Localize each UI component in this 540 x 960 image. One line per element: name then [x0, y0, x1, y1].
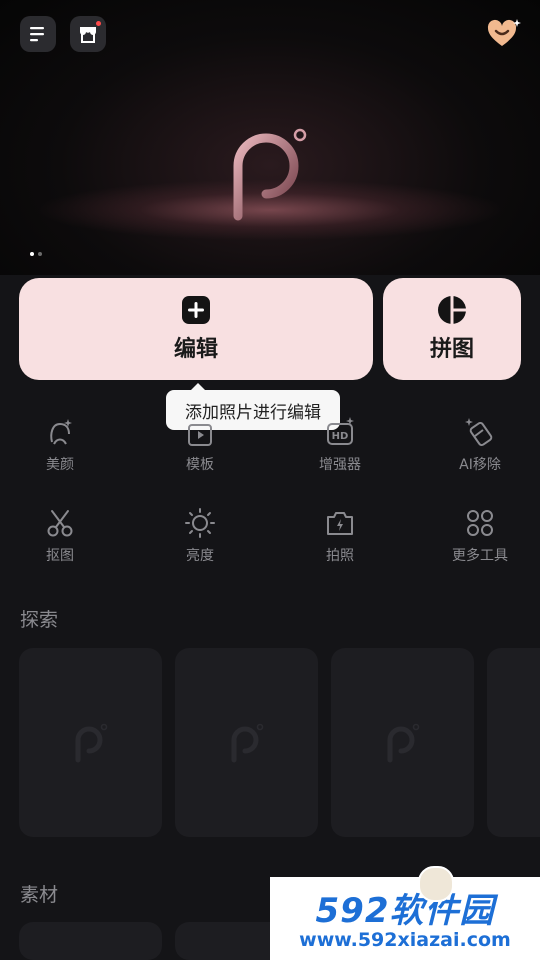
watermark-brand: 592软件园 — [315, 891, 495, 931]
tool-label: 模板 — [186, 457, 214, 473]
tool-brightness[interactable]: 亮度 — [140, 507, 260, 565]
tool-template[interactable]: 模板 — [140, 416, 260, 474]
carousel-indicator — [30, 252, 42, 256]
explore-card[interactable] — [487, 648, 540, 837]
watermark: 592软件园 www.592xiazai.com — [270, 877, 540, 960]
template-icon — [188, 424, 212, 446]
tool-beauty[interactable]: 美颜 — [0, 416, 120, 474]
carousel-dot[interactable] — [38, 252, 42, 256]
placeholder-logo-icon — [75, 723, 107, 762]
camera-icon — [327, 512, 353, 535]
tool-label: 拍照 — [326, 548, 354, 564]
edit-label: 编辑 — [173, 337, 218, 362]
plus-square-icon — [182, 296, 210, 324]
collage-button[interactable]: 拼图 — [383, 278, 521, 380]
more-tools-icon — [467, 510, 493, 536]
store-icon — [80, 27, 96, 43]
notification-dot — [96, 21, 101, 26]
watermark-url: www.592xiazai.com — [299, 929, 511, 951]
menu-button[interactable] — [20, 16, 56, 52]
explore-card[interactable] — [175, 648, 318, 837]
explore-card[interactable] — [19, 648, 162, 837]
placeholder-logo-icon — [387, 723, 419, 762]
vip-heart-icon — [487, 19, 521, 46]
tool-label: 抠图 — [46, 548, 74, 564]
eraser-icon — [465, 418, 493, 447]
material-card[interactable] — [19, 922, 162, 960]
tool-cutout[interactable]: 抠图 — [0, 507, 120, 565]
menu-icon — [30, 27, 44, 42]
materials-title: 素材 — [20, 884, 59, 906]
tool-enhancer[interactable]: HD 增强器 — [280, 416, 400, 474]
tool-label: 更多工具 — [452, 548, 508, 564]
tool-label: 美颜 — [46, 457, 74, 473]
carousel-dot[interactable] — [30, 252, 34, 256]
store-button[interactable] — [70, 16, 106, 52]
tool-ai-remove[interactable]: AI移除 — [420, 416, 540, 474]
svg-text:HD: HD — [332, 431, 349, 442]
beauty-face-icon — [50, 419, 72, 445]
vip-button[interactable] — [486, 18, 522, 54]
collage-icon — [438, 295, 467, 325]
scissors-icon — [47, 510, 73, 537]
app-logo-icon — [228, 124, 318, 228]
tool-label: AI移除 — [459, 457, 501, 473]
tool-camera[interactable]: 拍照 — [280, 507, 400, 565]
edit-button[interactable]: 编辑 — [19, 278, 373, 380]
tool-label: 亮度 — [186, 548, 214, 564]
collage-label: 拼图 — [429, 337, 474, 362]
brightness-icon — [185, 508, 215, 538]
explore-card[interactable] — [331, 648, 474, 837]
placeholder-logo-icon — [231, 723, 263, 762]
floating-avatar[interactable] — [418, 866, 454, 902]
tool-more[interactable]: 更多工具 — [420, 507, 540, 565]
hd-enhance-icon: HD — [327, 417, 354, 445]
tool-label: 增强器 — [319, 457, 361, 473]
explore-title: 探索 — [20, 609, 59, 631]
